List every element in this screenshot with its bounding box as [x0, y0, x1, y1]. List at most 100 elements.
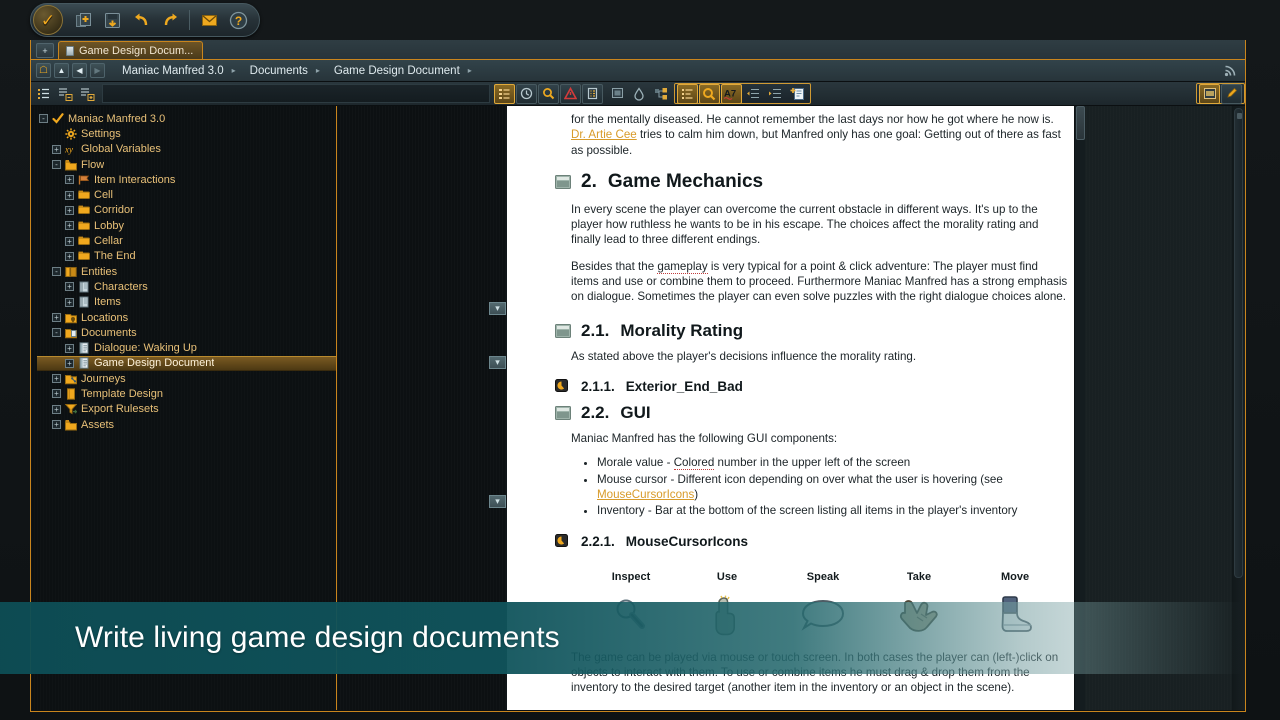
find-magnifier-icon[interactable] — [699, 84, 720, 104]
tree-item-cellar[interactable]: +Cellar — [37, 233, 336, 248]
question-mark-icon[interactable]: ? — [225, 7, 251, 33]
expand-toggle-icon[interactable]: + — [65, 298, 74, 307]
tree-item-assets[interactable]: +Assets — [37, 417, 336, 432]
expand-toggle-icon[interactable]: + — [65, 191, 74, 200]
new-document-icon[interactable] — [70, 7, 96, 33]
preview-icon[interactable] — [1199, 84, 1220, 104]
expand-all-icon[interactable] — [77, 84, 98, 104]
tree-item-documents[interactable]: -Documents — [37, 325, 336, 340]
tree-item-item-interactions[interactable]: + Item Interactions — [37, 172, 336, 187]
list-item: Inventory - Bar at the bottom of the scr… — [597, 503, 1068, 518]
rss-feed-icon[interactable] — [1224, 64, 1237, 80]
decrease-indent-icon[interactable] — [743, 84, 764, 104]
warning-triangle-icon[interactable] — [560, 84, 581, 104]
scene-folder-icon — [78, 235, 90, 247]
scene-card-icon — [555, 324, 571, 338]
collapse-toggle-icon[interactable]: - — [52, 328, 61, 337]
tree-item-cell[interactable]: + Cell — [37, 187, 336, 202]
tree-item-settings[interactable]: Settings — [37, 126, 336, 141]
tree-item-dialogue-waking-up[interactable]: +Dialogue: Waking Up — [37, 340, 336, 355]
tree-item-label: Item Interactions — [94, 174, 175, 186]
link-nodes-icon[interactable] — [651, 84, 672, 104]
tab-game-design-document[interactable]: Game Design Docum... — [58, 41, 203, 59]
app-menu-orb[interactable]: ✓ — [33, 5, 63, 35]
tree-item-lobby[interactable]: +Lobby — [37, 218, 336, 233]
expand-toggle-icon[interactable]: + — [65, 252, 74, 261]
tree-item-the-end[interactable]: +The End — [37, 249, 336, 264]
project-tree: -Maniac Manfred 3.0 Settings +xyGlobal Var… — [31, 106, 336, 432]
save-floppy-icon[interactable] — [99, 7, 125, 33]
bullet-0-a: Morale value - — [597, 456, 674, 469]
tree-item-characters[interactable]: +Characters — [37, 279, 336, 294]
undo-arrow-icon[interactable] — [128, 7, 154, 33]
page-scrollbar-thumb[interactable] — [1076, 106, 1085, 140]
tree-item-items[interactable]: +Items — [37, 295, 336, 310]
expand-toggle-icon[interactable]: + — [65, 237, 74, 246]
ink-drop-icon[interactable] — [629, 84, 650, 104]
tree-item-corridor[interactable]: +Corridor — [37, 203, 336, 218]
tree-item-locations[interactable]: +Locations — [37, 310, 336, 325]
insert-object-icon[interactable] — [787, 84, 808, 104]
expand-toggle-icon[interactable]: + — [52, 389, 61, 398]
chevron-down-icon[interactable]: ▾ — [489, 356, 506, 369]
collapse-all-icon[interactable] — [55, 84, 76, 104]
increase-indent-icon[interactable] — [765, 84, 786, 104]
heading-number: 2.2.1. — [581, 534, 615, 549]
tree-item-maniac-manfred-3-0[interactable]: -Maniac Manfred 3.0 — [37, 111, 336, 126]
expand-toggle-icon[interactable]: + — [52, 313, 61, 322]
link-dr-artie-cee[interactable]: Dr. Artie Cee — [571, 128, 637, 141]
expand-toggle-icon[interactable]: + — [65, 206, 74, 215]
chevron-down-icon[interactable]: ▾ — [489, 495, 506, 508]
scene-folder-icon — [78, 250, 90, 262]
redo-arrow-icon[interactable] — [157, 7, 183, 33]
document-scrollbar-thumb[interactable] — [1234, 108, 1243, 578]
breadcrumb-item-documents[interactable]: Documents — [236, 65, 316, 77]
collapse-toggle-icon[interactable]: - — [52, 160, 61, 169]
expand-toggle-icon[interactable]: + — [65, 282, 74, 291]
tree-item-entities[interactable]: -Entities — [37, 264, 336, 279]
collapse-toggle-icon[interactable]: - — [39, 114, 48, 123]
toolbar-group-view — [1196, 83, 1245, 104]
heading-221-mousecursoricons: 2.2.1. MouseCursorIcons — [532, 534, 1068, 549]
tree-item-export-rulesets[interactable]: +Export Rulesets — [37, 402, 336, 417]
expand-toggle-icon[interactable]: + — [65, 344, 74, 353]
expand-toggle-icon[interactable]: + — [65, 359, 74, 368]
envelope-icon[interactable] — [196, 7, 222, 33]
tree-item-flow[interactable]: -Flow — [37, 157, 336, 172]
breadcrumb-item-project[interactable]: Maniac Manfred 3.0 — [108, 65, 232, 77]
spellcheck-icon[interactable]: A7 — [721, 84, 742, 104]
expand-toggle-icon[interactable]: + — [65, 221, 74, 230]
expand-toggle-icon[interactable]: + — [52, 374, 61, 383]
page-layout-icon[interactable] — [607, 84, 628, 104]
tree-item-label: Settings — [81, 128, 121, 140]
check-project-icon — [52, 113, 64, 125]
tree-item-game-design-document[interactable]: +Game Design Document — [37, 356, 336, 371]
tree-item-journeys[interactable]: +Journeys — [37, 371, 336, 386]
tree-item-global-variables[interactable]: +xyGlobal Variables — [37, 142, 336, 157]
collapse-toggle-icon[interactable]: - — [52, 267, 61, 276]
outline-icon[interactable] — [677, 84, 698, 104]
tree-list-icon[interactable] — [33, 84, 54, 104]
breadcrumb-separator[interactable]: ▸ — [468, 66, 472, 75]
section-22-paragraph-1: Maniac Manfred has the following GUI com… — [571, 431, 1068, 446]
forward-arrow-icon[interactable]: ▶ — [90, 63, 105, 78]
breadcrumb-item-current[interactable]: Game Design Document — [320, 65, 468, 77]
up-arrow-icon[interactable]: ▲ — [54, 63, 69, 78]
tree-item-template-design[interactable]: +Template Design — [37, 386, 336, 401]
history-clock-icon[interactable] — [516, 84, 537, 104]
back-arrow-icon[interactable]: ◀ — [72, 63, 87, 78]
tree-search-input[interactable] — [102, 84, 490, 103]
search-magnifier-icon[interactable] — [538, 84, 559, 104]
chevron-down-icon[interactable]: ▾ — [489, 302, 506, 315]
tree-item-label: Cell — [94, 189, 113, 201]
add-tab-button[interactable]: + — [36, 43, 54, 58]
expand-toggle-icon[interactable]: + — [52, 420, 61, 429]
expand-toggle-icon[interactable]: + — [65, 175, 74, 184]
expand-toggle-icon[interactable]: + — [52, 405, 61, 414]
edit-pencil-icon[interactable] — [1221, 84, 1242, 104]
home-icon[interactable]: ☖ — [36, 63, 51, 78]
filter-list-icon[interactable] — [494, 84, 515, 104]
properties-grid-icon[interactable] — [582, 84, 603, 104]
link-mouse-cursor-icons[interactable]: MouseCursorIcons — [597, 488, 694, 501]
expand-toggle-icon[interactable]: + — [52, 145, 61, 154]
